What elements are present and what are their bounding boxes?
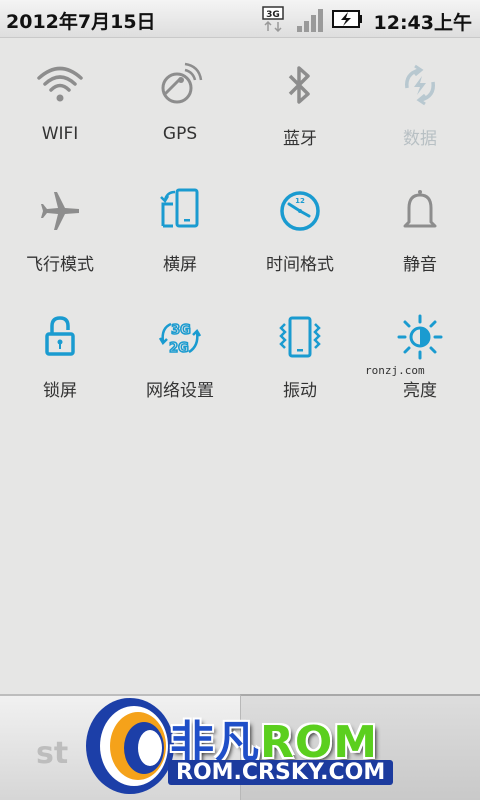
toggle-label: 振动 — [283, 381, 317, 401]
toggle-bluetooth[interactable]: 蓝牙 — [240, 44, 360, 170]
toggle-network-settings[interactable]: 3G 2G 网络设置 — [120, 296, 240, 422]
watermark-text: ronzj.com — [365, 364, 425, 377]
toggle-wifi[interactable]: WIFI — [0, 44, 120, 170]
toggle-label: 数据 — [403, 129, 437, 149]
gps-icon — [161, 62, 203, 104]
data-sync-icon — [405, 64, 435, 106]
svg-text:2G: 2G — [169, 341, 189, 356]
toggle-label: 飞行模式 — [26, 255, 94, 275]
clock-icon: 12 — [280, 191, 320, 231]
toggle-label: 时间格式 — [266, 255, 334, 275]
lock-icon — [45, 316, 75, 356]
toggle-label: 亮度 — [403, 381, 437, 401]
network-type-label: 3G — [266, 10, 280, 20]
status-bar: 2012年7月15日 3G 12:43上午 — [0, 0, 480, 38]
bottom-left-text: st — [36, 736, 69, 771]
logo-url: ROM.CRSKY.COM — [168, 760, 394, 785]
toggle-label: 锁屏 — [43, 381, 77, 401]
bell-icon — [403, 190, 437, 228]
toggle-silent[interactable]: 静音 — [360, 170, 480, 296]
toggle-airplane-mode[interactable]: 飞行模式 — [0, 170, 120, 296]
logo-swirl-icon — [86, 698, 174, 794]
status-time: 12:43上午 — [373, 12, 472, 34]
airplane-icon — [41, 192, 79, 230]
toggle-brightness[interactable]: 亮度 — [360, 296, 480, 422]
svg-text:3G: 3G — [171, 323, 191, 338]
crsky-rom-logo: 非凡ROM ROM.CRSKY.COM — [80, 692, 410, 800]
toggle-label: 横屏 — [163, 255, 197, 275]
toggle-label: 静音 — [403, 255, 437, 275]
svg-text:12: 12 — [295, 197, 305, 205]
battery-charging-icon — [332, 10, 362, 28]
toggle-label: 网络设置 — [146, 381, 214, 401]
network-3g-2g-icon: 3G 2G — [158, 322, 202, 357]
toggle-landscape[interactable]: 横屏 — [120, 170, 240, 296]
toggle-vibrate[interactable]: 振动 — [240, 296, 360, 422]
rotate-screen-icon — [160, 188, 199, 228]
brightness-icon — [397, 314, 443, 360]
toggle-data[interactable]: 数据 — [360, 44, 480, 170]
signal-icon — [297, 9, 323, 32]
toggle-label: GPS — [162, 124, 198, 144]
toggle-lock-screen[interactable]: 锁屏 — [0, 296, 120, 422]
wifi-icon — [37, 66, 83, 102]
toggle-time-format[interactable]: 12 时间格式 — [240, 170, 360, 296]
toggle-label: 蓝牙 — [283, 129, 317, 149]
bluetooth-icon — [288, 66, 310, 104]
network-3g-icon: 3G — [262, 6, 284, 32]
toggle-label: WIFI — [41, 124, 79, 144]
vibrate-icon — [279, 316, 321, 358]
status-date: 2012年7月15日 — [6, 11, 156, 33]
toggle-gps[interactable]: GPS — [120, 44, 240, 170]
